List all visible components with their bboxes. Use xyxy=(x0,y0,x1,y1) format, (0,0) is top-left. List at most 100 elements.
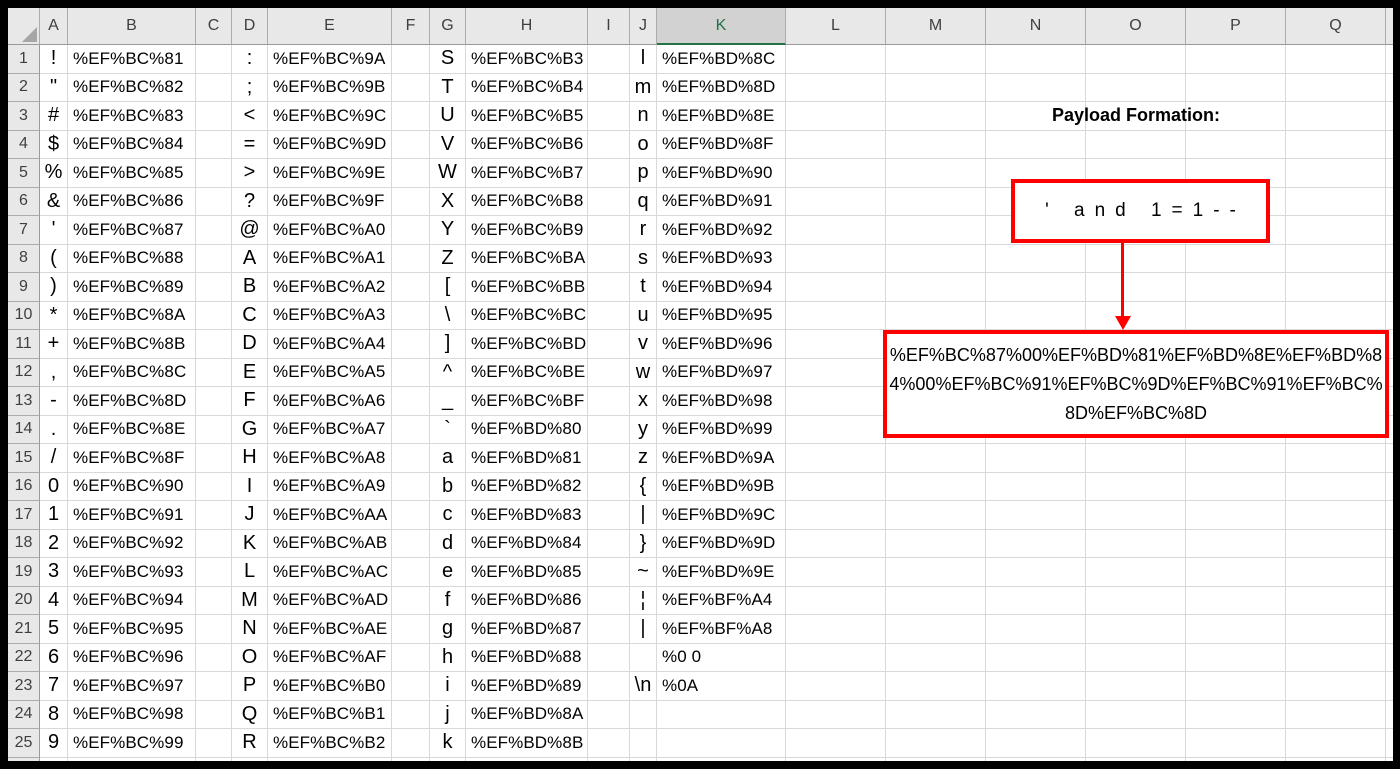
column-header-I[interactable]: I xyxy=(588,8,630,45)
cell-E6[interactable]: %EF%BC%9F xyxy=(268,187,392,216)
cell-A10[interactable]: * xyxy=(40,301,68,330)
cell-O26[interactable] xyxy=(1086,757,1186,761)
cell-J21[interactable]: | xyxy=(630,615,657,644)
row-header-11[interactable]: 11 xyxy=(8,330,40,359)
cell-D23[interactable]: P xyxy=(232,672,268,701)
cell-Q9[interactable] xyxy=(1286,273,1386,302)
cell-D16[interactable]: I xyxy=(232,472,268,501)
cell-F3[interactable] xyxy=(392,102,430,131)
column-header-M[interactable]: M xyxy=(886,8,986,45)
cell-Q20[interactable] xyxy=(1286,586,1386,615)
column-header-F[interactable]: F xyxy=(392,8,430,45)
cell-E8[interactable]: %EF%BC%A1 xyxy=(268,244,392,273)
cell-partial[interactable] xyxy=(1386,586,1393,615)
cell-B17[interactable]: %EF%BC%91 xyxy=(68,501,196,530)
cell-K14[interactable]: %EF%BD%99 xyxy=(657,415,786,444)
cell-P16[interactable] xyxy=(1186,472,1286,501)
cell-M5[interactable] xyxy=(886,159,986,188)
cell-J14[interactable]: y xyxy=(630,415,657,444)
cell-J11[interactable]: v xyxy=(630,330,657,359)
cell-K25[interactable] xyxy=(657,729,786,758)
cell-B16[interactable]: %EF%BC%90 xyxy=(68,472,196,501)
cell-C8[interactable] xyxy=(196,244,232,273)
cell-I4[interactable] xyxy=(588,130,630,159)
cell-C21[interactable] xyxy=(196,615,232,644)
cell-J4[interactable]: o xyxy=(630,130,657,159)
cell-I15[interactable] xyxy=(588,444,630,473)
cell-F18[interactable] xyxy=(392,529,430,558)
cell-G17[interactable]: c xyxy=(430,501,466,530)
cell-A3[interactable]: # xyxy=(40,102,68,131)
cell-O17[interactable] xyxy=(1086,501,1186,530)
cell-J16[interactable]: { xyxy=(630,472,657,501)
cell-C6[interactable] xyxy=(196,187,232,216)
cell-E15[interactable]: %EF%BC%A8 xyxy=(268,444,392,473)
cell-O19[interactable] xyxy=(1086,558,1186,587)
cell-C11[interactable] xyxy=(196,330,232,359)
cell-K7[interactable]: %EF%BD%92 xyxy=(657,216,786,245)
cell-Q22[interactable] xyxy=(1286,643,1386,672)
cell-D4[interactable]: = xyxy=(232,130,268,159)
cell-J25[interactable] xyxy=(630,729,657,758)
cell-K2[interactable]: %EF%BD%8D xyxy=(657,73,786,102)
cell-N23[interactable] xyxy=(986,672,1086,701)
cell-I25[interactable] xyxy=(588,729,630,758)
cell-M25[interactable] xyxy=(886,729,986,758)
cell-I9[interactable] xyxy=(588,273,630,302)
cell-A16[interactable]: 0 xyxy=(40,472,68,501)
payload-encoded-shape[interactable]: %EF%BC%87%00%EF%BD%81%EF%BD%8E%EF%BD%8 4… xyxy=(883,330,1389,438)
cell-D10[interactable]: C xyxy=(232,301,268,330)
cell-F15[interactable] xyxy=(392,444,430,473)
cell-G26[interactable] xyxy=(430,757,466,761)
cell-C9[interactable] xyxy=(196,273,232,302)
cell-Q17[interactable] xyxy=(1286,501,1386,530)
cell-partial[interactable] xyxy=(1386,529,1393,558)
cell-J19[interactable]: ~ xyxy=(630,558,657,587)
row-header-2[interactable]: 2 xyxy=(8,73,40,102)
cell-F14[interactable] xyxy=(392,415,430,444)
row-header-1[interactable]: 1 xyxy=(8,45,40,74)
cell-B11[interactable]: %EF%BC%8B xyxy=(68,330,196,359)
cell-M1[interactable] xyxy=(886,45,986,74)
cell-Q23[interactable] xyxy=(1286,672,1386,701)
cell-K22[interactable]: %0 0 xyxy=(657,643,786,672)
cell-G23[interactable]: i xyxy=(430,672,466,701)
column-header-D[interactable]: D xyxy=(232,8,268,45)
row-header-13[interactable]: 13 xyxy=(8,387,40,416)
cell-D21[interactable]: N xyxy=(232,615,268,644)
cell-partial[interactable] xyxy=(1386,444,1393,473)
cell-D17[interactable]: J xyxy=(232,501,268,530)
cell-C1[interactable] xyxy=(196,45,232,74)
cell-A20[interactable]: 4 xyxy=(40,586,68,615)
cell-partial[interactable] xyxy=(1386,643,1393,672)
cell-N15[interactable] xyxy=(986,444,1086,473)
cell-N8[interactable] xyxy=(986,244,1086,273)
cell-F26[interactable] xyxy=(392,757,430,761)
cell-L2[interactable] xyxy=(786,73,886,102)
cell-Q6[interactable] xyxy=(1286,187,1386,216)
cell-H2[interactable]: %EF%BC%B4 xyxy=(466,73,588,102)
cell-D19[interactable]: L xyxy=(232,558,268,587)
column-header-P[interactable]: P xyxy=(1186,8,1286,45)
cell-K3[interactable]: %EF%BD%8E xyxy=(657,102,786,131)
cell-O4[interactable] xyxy=(1086,130,1186,159)
cell-G10[interactable]: \ xyxy=(430,301,466,330)
cell-A15[interactable]: / xyxy=(40,444,68,473)
row-header-10[interactable]: 10 xyxy=(8,301,40,330)
cell-K11[interactable]: %EF%BD%96 xyxy=(657,330,786,359)
cell-P9[interactable] xyxy=(1186,273,1286,302)
cell-H7[interactable]: %EF%BC%B9 xyxy=(466,216,588,245)
cell-M22[interactable] xyxy=(886,643,986,672)
cell-C14[interactable] xyxy=(196,415,232,444)
column-header-Q[interactable]: Q xyxy=(1286,8,1386,45)
cell-J12[interactable]: w xyxy=(630,358,657,387)
cell-A24[interactable]: 8 xyxy=(40,700,68,729)
cell-M4[interactable] xyxy=(886,130,986,159)
cell-B9[interactable]: %EF%BC%89 xyxy=(68,273,196,302)
cell-I12[interactable] xyxy=(588,358,630,387)
cell-I11[interactable] xyxy=(588,330,630,359)
cell-O1[interactable] xyxy=(1086,45,1186,74)
cell-K4[interactable]: %EF%BD%8F xyxy=(657,130,786,159)
cell-H12[interactable]: %EF%BC%BE xyxy=(466,358,588,387)
cell-P18[interactable] xyxy=(1186,529,1286,558)
